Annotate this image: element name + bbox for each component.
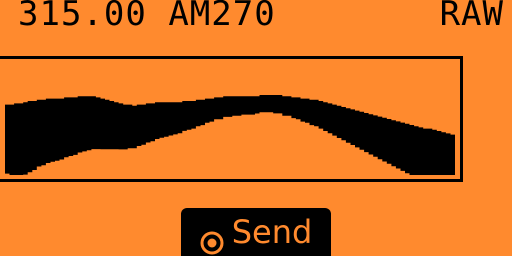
frequency-modulation-readout: 315.00 AM270: [18, 0, 276, 34]
mode-label: RAW: [439, 0, 504, 34]
frequency-value: 315.00: [18, 0, 147, 34]
subghz-read-screen: 315.00 AM270 RAW Send: [0, 0, 512, 256]
modulation-value: AM270: [168, 0, 276, 34]
spectrum-display: [0, 56, 463, 182]
send-button[interactable]: Send: [181, 208, 331, 256]
spectrum-graph: [5, 95, 455, 175]
signal-waveform: [5, 95, 455, 175]
send-button-label: Send: [231, 213, 313, 251]
ok-circle-icon: [200, 220, 224, 255]
